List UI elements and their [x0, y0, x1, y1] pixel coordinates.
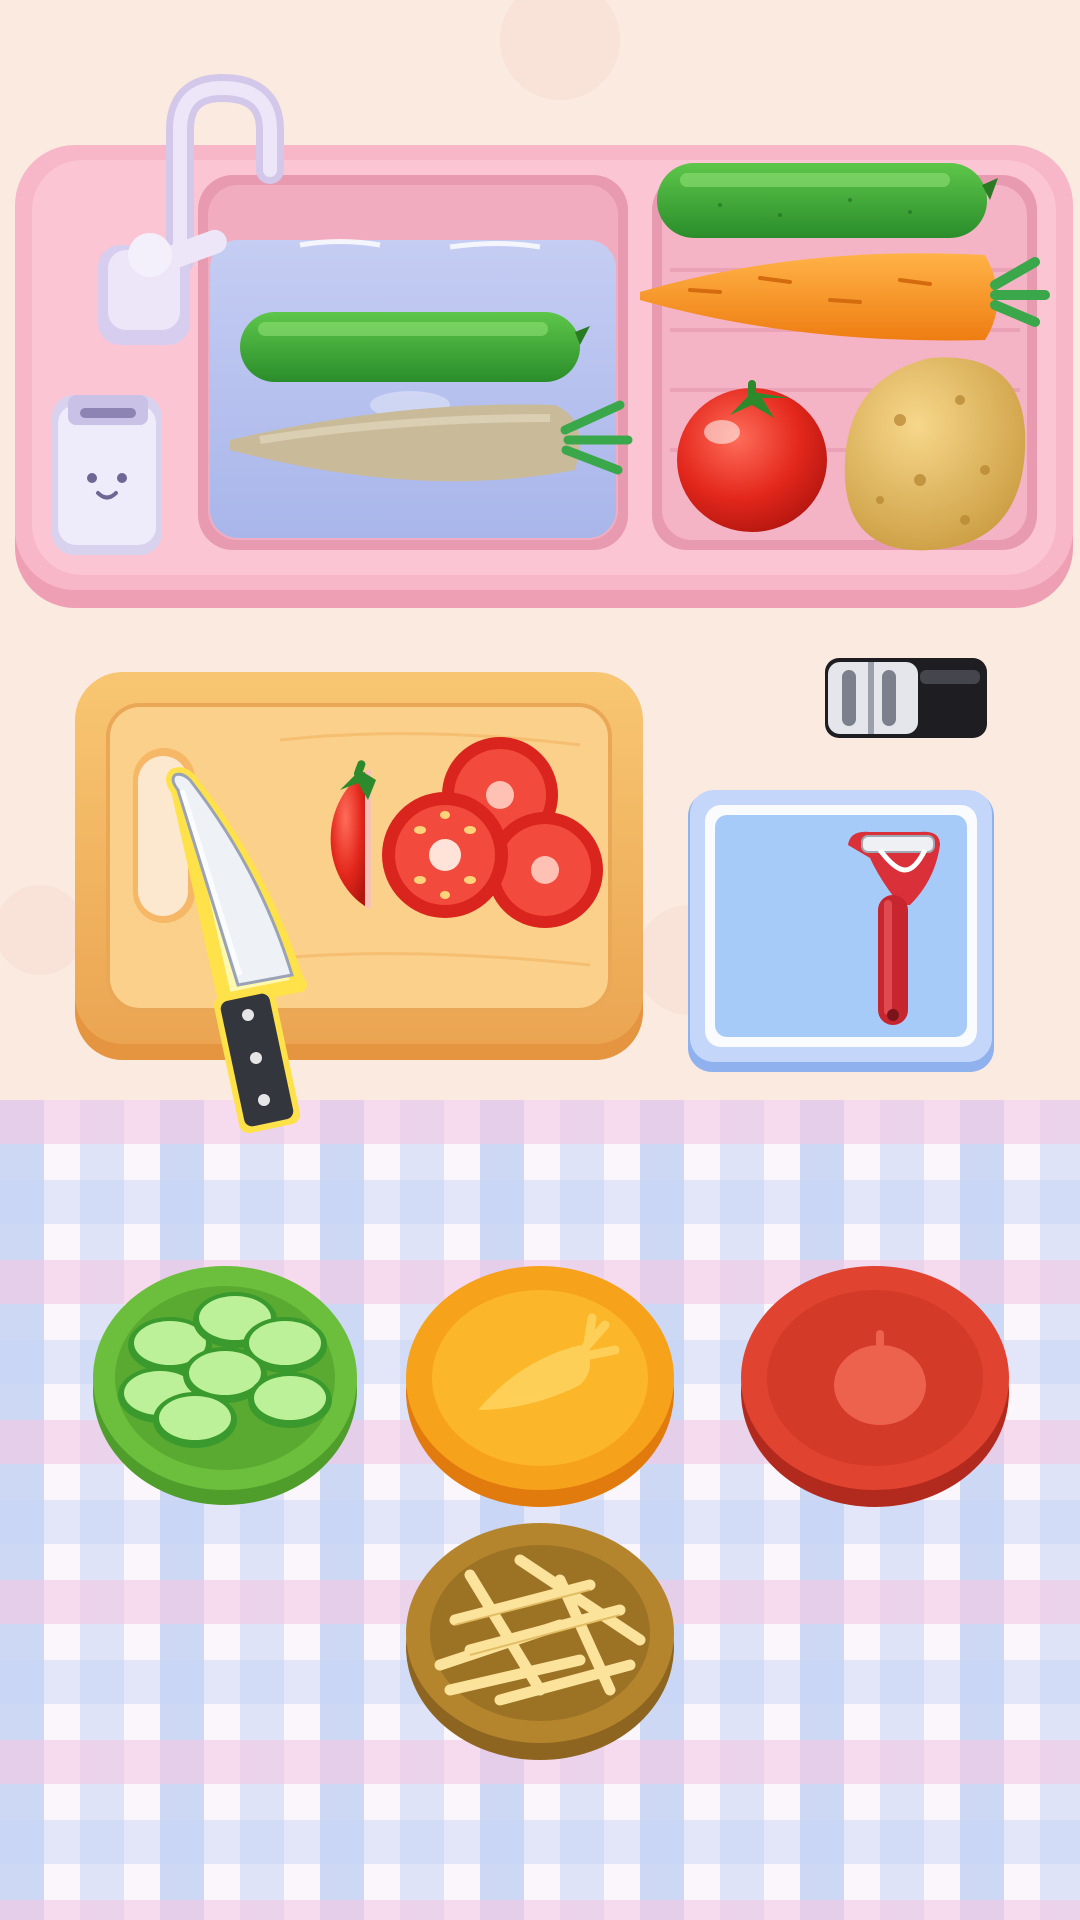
- cucumber-icon[interactable]: [657, 163, 998, 238]
- tablecloth: [0, 1100, 1080, 1920]
- water: [210, 239, 616, 538]
- soap-dispenser-icon[interactable]: [52, 395, 162, 555]
- peeler-tray[interactable]: [688, 790, 994, 1072]
- game-scene: [0, 0, 1080, 1920]
- knife-sharpener-icon[interactable]: [825, 658, 987, 738]
- cucumber-icon[interactable]: [240, 312, 590, 382]
